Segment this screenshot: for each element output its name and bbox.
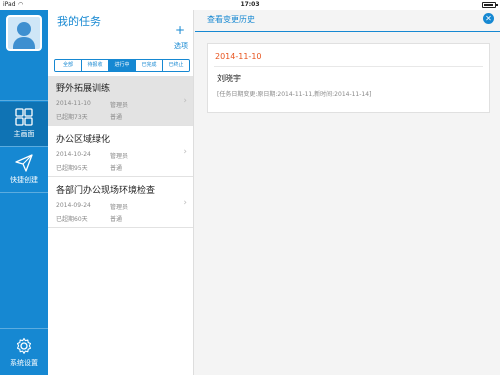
close-icon[interactable]: ✕ xyxy=(483,13,494,24)
filter-all[interactable]: 全部 xyxy=(55,60,82,71)
sidebar-item-label: 快捷创建 xyxy=(10,176,38,184)
task-role: 管理员 xyxy=(110,102,129,109)
filter-in-progress[interactable]: 进行中 xyxy=(109,60,136,71)
battery-icon xyxy=(482,2,498,8)
change-history-panel: 查看变更历史 ✕ 2014-11-10 刘晓宇 [任务日期变更:原日期:2014… xyxy=(195,10,500,375)
sidebar-item-settings[interactable]: 系统设置 xyxy=(0,331,48,375)
panel-header: 查看变更历史 ✕ xyxy=(195,10,500,32)
clock: 17:03 xyxy=(240,1,260,8)
add-task-button[interactable]: + xyxy=(175,24,185,36)
chevron-right-icon: › xyxy=(183,96,187,106)
entry-change: [任务日期变更:原日期:2014-11-11,新时间:2014-11-14] xyxy=(217,91,372,98)
options-button[interactable]: 选项 xyxy=(174,41,188,51)
sidebar-item-home[interactable]: 主画面 xyxy=(0,102,48,146)
filter-completed[interactable]: 已完成 xyxy=(136,60,163,71)
task-name: 野外拓展训练 xyxy=(56,84,111,94)
filter-pending[interactable]: 待报收 xyxy=(82,60,109,71)
grid-icon xyxy=(15,108,33,126)
task-date: 2014-09-24 xyxy=(56,202,91,209)
entry-date: 2014-11-10 xyxy=(215,52,262,61)
chevron-right-icon: › xyxy=(183,198,187,208)
task-item[interactable]: 办公区域绿化 2014-10-24 管理员 已超期95天 普通 › xyxy=(48,127,193,177)
chevron-right-icon: › xyxy=(183,147,187,157)
task-item[interactable]: 野外拓展训练 2014-11-10 管理员 已超期73天 普通 › xyxy=(48,76,193,126)
task-priority: 普通 xyxy=(110,114,123,121)
task-name: 各部门办公现场环境检查 xyxy=(56,186,156,196)
task-overdue: 已超期60天 xyxy=(56,216,88,223)
history-entry: 2014-11-10 刘晓宇 [任务日期变更:原日期:2014-11-11,新时… xyxy=(207,43,490,113)
status-filter: 全部 待报收 进行中 已完成 已终止 xyxy=(54,59,190,72)
panel-title: 我的任务 xyxy=(57,15,101,28)
task-name: 办公区域绿化 xyxy=(56,135,111,145)
task-overdue: 已超期95天 xyxy=(56,165,88,172)
task-overdue: 已超期73天 xyxy=(56,114,88,121)
task-priority: 普通 xyxy=(110,165,123,172)
task-date: 2014-10-24 xyxy=(56,151,91,158)
sidebar-item-quick-create[interactable]: 快捷创建 xyxy=(0,148,48,192)
sidebar-item-label: 主画面 xyxy=(13,130,35,138)
filter-terminated[interactable]: 已终止 xyxy=(163,60,189,71)
task-role: 管理员 xyxy=(110,204,129,211)
task-list-panel: 我的任务 + 选项 全部 待报收 进行中 已完成 已终止 野外拓展训练 2014… xyxy=(48,10,194,375)
sidebar: 主画面 快捷创建 系统设置 xyxy=(0,10,48,375)
paper-plane-icon xyxy=(15,154,33,172)
sidebar-item-label: 系统设置 xyxy=(10,359,38,367)
entry-person: 刘晓宇 xyxy=(217,74,241,83)
task-priority: 普通 xyxy=(110,216,123,223)
gear-icon xyxy=(16,337,32,354)
status-bar: iPad ◠ 17:03 xyxy=(0,0,500,10)
divider xyxy=(214,66,483,67)
avatar[interactable] xyxy=(6,15,42,51)
task-role: 管理员 xyxy=(110,153,129,160)
task-item[interactable]: 各部门办公现场环境检查 2014-09-24 管理员 已超期60天 普通 › xyxy=(48,178,193,228)
panel-title: 查看变更历史 xyxy=(207,15,255,24)
task-date: 2014-11-10 xyxy=(56,100,91,107)
